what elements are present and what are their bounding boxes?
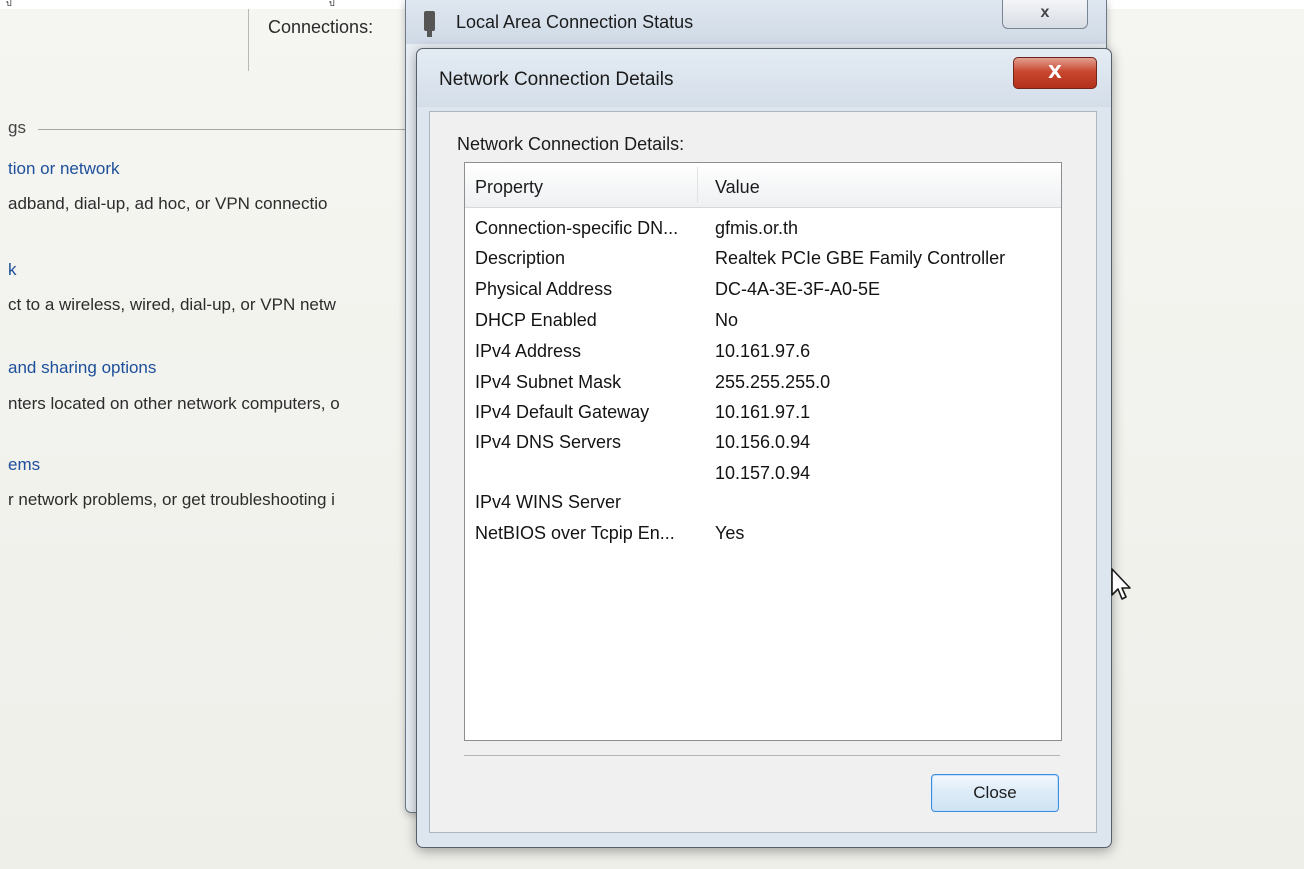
details-list[interactable]: Property Value Connection-specific DN...… [464,162,1062,741]
value-cell: 10.156.0.94 [715,432,811,452]
top-mark: ป [329,0,335,9]
top-mark: ป [6,0,12,9]
homegroup-sharing-link[interactable]: and sharing options [8,358,156,378]
value-cell: Yes [715,523,745,543]
connections-label: Connections: [268,17,374,37]
property-cell: IPv4 DNS Servers [475,432,622,452]
property-cell: IPv4 Address [475,341,582,361]
divider [248,9,249,71]
value-cell: Realtek PCIe GBE Family Controller [715,248,1006,268]
value-cell: 10.161.97.6 [715,341,811,361]
mouse-cursor-icon [1111,568,1131,600]
column-header-value[interactable]: Value [715,177,760,198]
dialog-body: Network Connection Details: Property Val… [429,111,1097,833]
property-cell: DHCP Enabled [475,310,597,330]
property-cell: NetBIOS over Tcpip En... [475,523,675,543]
troubleshoot-desc: r network problems, or get troubleshooti… [8,490,335,509]
close-button[interactable]: Close [931,774,1059,812]
property-cell: IPv4 WINS Server [475,492,622,512]
dialog-close-button[interactable]: X [1013,57,1097,89]
value-cell: DC-4A-3E-3F-A0-5E [715,279,881,299]
status-titlebar: Local Area Connection Status [406,0,1106,44]
property-cell: Description [475,248,566,268]
connect-network-link[interactable]: k [8,260,17,280]
column-header-property[interactable]: Property [475,177,543,198]
troubleshoot-link[interactable]: ems [8,455,40,475]
status-close-button[interactable]: x [1002,0,1088,29]
status-window-title: Local Area Connection Status [456,12,694,32]
property-cell: Physical Address [475,279,613,299]
property-cell: IPv4 Default Gateway [475,402,650,422]
section-title: gs [8,118,26,137]
dialog-title: Network Connection Details [439,69,674,90]
column-separator[interactable] [697,167,698,203]
value-cell: No [715,310,739,330]
property-cell: Connection-specific DN... [475,218,679,238]
connect-network-desc: ct to a wireless, wired, dial-up, or VPN… [8,295,336,314]
details-label: Network Connection Details: [457,134,685,154]
value-cell: 10.161.97.1 [715,402,811,422]
value-cell: 255.255.255.0 [715,372,831,392]
list-header: Property Value [465,163,1061,208]
value-cell: 10.157.0.94 [715,463,811,483]
setup-connection-desc: adband, dial-up, ad hoc, or VPN connecti… [8,194,328,213]
property-cell: IPv4 Subnet Mask [475,372,622,392]
value-cell: gfmis.or.th [715,218,799,238]
settings-list: tion or network adband, dial-up, ad hoc,… [0,150,418,530]
section-divider [38,129,410,130]
network-adapter-icon [424,11,435,37]
setup-connection-link[interactable]: tion or network [8,159,120,179]
homegroup-sharing-desc: nters located on other network computers… [8,394,340,413]
network-details-dialog: Network Connection Details X Network Con… [416,48,1112,848]
dialog-titlebar: Network Connection Details X [417,49,1111,107]
divider [464,755,1060,756]
